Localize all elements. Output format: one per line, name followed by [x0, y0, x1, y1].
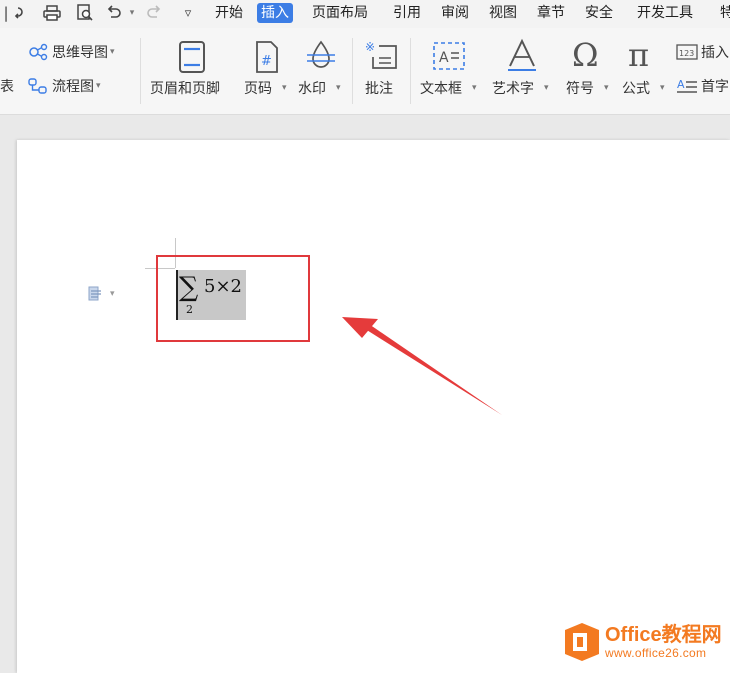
symbol-button[interactable]: Ω 符号 ▾: [566, 36, 612, 108]
textbox-label: 文本框: [420, 81, 462, 97]
watermark-button[interactable]: 水印 ▾: [298, 38, 344, 108]
undo-dropdown-icon[interactable]: ▾: [122, 3, 142, 23]
ribbon-separator: [410, 38, 411, 104]
comment-button[interactable]: ※ 批注: [362, 38, 402, 108]
mindmap-label: 思维导图: [52, 45, 108, 61]
wordart-icon: [508, 38, 536, 71]
symbol-label: 符号: [566, 81, 594, 97]
paragraph-dropdown-icon[interactable]: ▾: [110, 289, 115, 299]
watermark-icon: [307, 40, 335, 68]
print-icon[interactable]: [42, 3, 62, 23]
tab-home[interactable]: 开始: [215, 3, 243, 23]
flowchart-dropdown-icon[interactable]: ▾: [96, 81, 101, 91]
office-logo-icon: [563, 622, 601, 662]
tab-view[interactable]: 视图: [489, 3, 517, 23]
header-footer-icon: [179, 41, 205, 73]
formula-dropdown-icon[interactable]: ▾: [660, 83, 665, 93]
comment-icon: ※: [365, 40, 397, 69]
svg-text:※: ※: [365, 40, 375, 54]
watermark-label: 水印: [298, 81, 326, 97]
watermark-url: www.office26.com: [605, 646, 707, 660]
tab-page-layout[interactable]: 页面布局: [312, 3, 368, 23]
comment-label: 批注: [365, 81, 393, 97]
textbox-button[interactable]: A 文本框 ▾: [420, 38, 480, 108]
title-menu-bar: | ▾ ▿ 开始 插入 页面布局 引用 审阅 视图 章节 安全 开发工具 特: [0, 0, 730, 28]
flowchart-label: 流程图: [52, 79, 94, 95]
site-watermark: Office教程网 www.office26.com: [563, 622, 722, 662]
redo-icon[interactable]: [144, 3, 164, 23]
flowchart-icon: [28, 78, 47, 94]
formula-button[interactable]: π 公式 ▾: [622, 36, 668, 108]
svg-text:123: 123: [679, 49, 694, 58]
watermark-title: Office教程网: [605, 624, 722, 646]
number-icon: 123: [676, 44, 698, 60]
svg-text:A: A: [677, 78, 685, 91]
page-number-icon: #: [256, 41, 278, 73]
omega-icon: Ω: [572, 36, 599, 74]
paragraph-layout-icon[interactable]: ▾: [88, 286, 115, 302]
tab-developer-tools[interactable]: 开发工具: [637, 3, 693, 23]
customize-quick-access-icon[interactable]: ▿: [178, 3, 198, 23]
tab-special-partial[interactable]: 特: [720, 3, 730, 23]
pi-icon: π: [628, 36, 650, 74]
page-number-dropdown-icon[interactable]: ▾: [282, 83, 287, 93]
dropcap-label: 首字: [701, 79, 729, 95]
ribbon-separator: [140, 38, 141, 104]
tab-insert[interactable]: 插入: [257, 3, 293, 23]
annotation-arrow: [342, 317, 502, 415]
mindmap-button[interactable]: 思维导图 ▾: [28, 42, 115, 62]
wordart-label: 艺术字: [492, 81, 534, 97]
insert-number-label: 插入: [701, 45, 729, 61]
chart-button-partial[interactable]: 图表: [0, 76, 14, 96]
dropcap-icon: A: [677, 78, 697, 93]
textbox-dropdown-icon[interactable]: ▾: [472, 83, 477, 93]
undo-icon[interactable]: [104, 3, 124, 23]
mindmap-icon: [29, 43, 48, 61]
dropcap-button[interactable]: A 首字: [676, 76, 729, 96]
ribbon-insert: 图表 思维导图 ▾ 流程图 ▾ 页眉和页脚 # 页码 ▾ 水印 ▾ ※ 批注 A…: [0, 28, 730, 115]
save-icon[interactable]: [12, 3, 32, 23]
flowchart-button[interactable]: 流程图 ▾: [28, 76, 101, 96]
tab-chapter[interactable]: 章节: [537, 3, 565, 23]
mindmap-dropdown-icon[interactable]: ▾: [110, 47, 115, 57]
wordart-button[interactable]: 艺术字 ▾: [492, 38, 552, 108]
page-number-button[interactable]: # 页码 ▾: [244, 38, 290, 108]
symbol-dropdown-icon[interactable]: ▾: [604, 83, 609, 93]
ribbon-separator: [352, 38, 353, 104]
svg-text:A: A: [439, 50, 449, 66]
page-number-label: 页码: [244, 81, 272, 97]
wordart-dropdown-icon[interactable]: ▾: [544, 83, 549, 93]
print-preview-icon[interactable]: [75, 3, 95, 23]
watermark-dropdown-icon[interactable]: ▾: [336, 83, 341, 93]
tab-references[interactable]: 引用: [393, 3, 421, 23]
insert-number-button[interactable]: 123 插入: [676, 42, 729, 62]
tab-security[interactable]: 安全: [585, 3, 613, 23]
tab-review[interactable]: 审阅: [441, 3, 469, 23]
formula-label: 公式: [622, 81, 650, 97]
chart-label: 图表: [0, 79, 14, 95]
header-footer-button[interactable]: 页眉和页脚: [150, 38, 234, 108]
header-footer-label: 页眉和页脚: [150, 81, 220, 97]
textbox-icon: A: [433, 42, 465, 70]
highlight-box: [156, 255, 310, 342]
svg-text:#: #: [261, 54, 272, 69]
